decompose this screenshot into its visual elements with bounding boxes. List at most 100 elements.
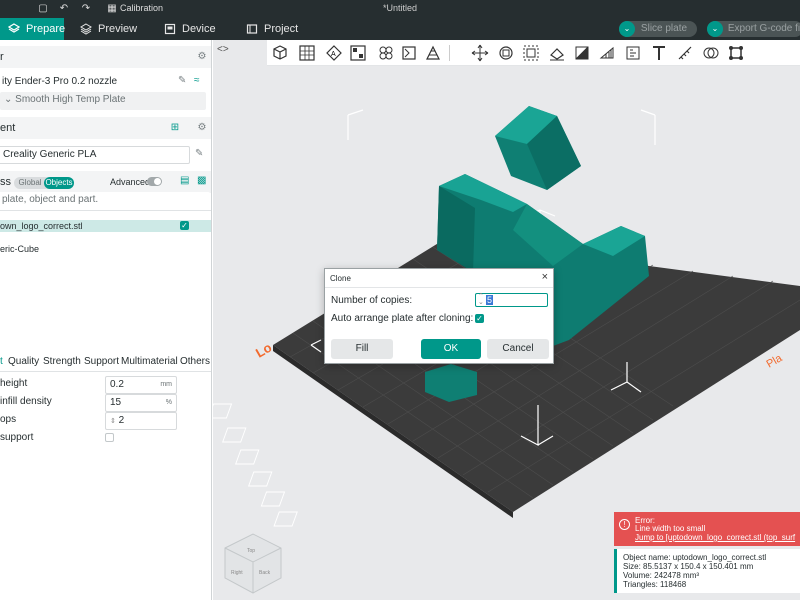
filament-section-header: ent ⊞ ⚙ (0, 117, 211, 139)
copies-stepper[interactable]: ⌃ ⌄ 5 (475, 293, 548, 307)
wall-loops-label: ops (0, 414, 17, 425)
auto-arrange-checkbox[interactable]: ✓ (475, 314, 484, 323)
process-hint-text: plate, object and part. (2, 194, 99, 205)
stepper-arrows-icon[interactable]: ⇕ (110, 418, 116, 425)
wall-loops-stepper[interactable]: ⇕ 2 (105, 412, 177, 430)
tab-quality[interactable]: Quality (8, 356, 39, 367)
layer-height-unit: mm (160, 381, 172, 388)
view-cube[interactable]: Top Right Back (224, 533, 282, 594)
plate-label-left: Lo (253, 340, 274, 361)
tab-preview[interactable]: Preview (72, 18, 152, 40)
edit-icon[interactable]: ✎ (195, 148, 203, 159)
object-row[interactable]: eric-Cube (0, 243, 211, 255)
tab-prepare[interactable]: Prepare (0, 18, 66, 40)
process-section-title: ss (0, 176, 11, 188)
title-bar: ▢ ↶ ↷ ▦ Calibration *Untitled (0, 0, 800, 18)
object-info-size: Size: 85.5137 x 150.4 x 150.401 mm (623, 562, 754, 571)
left-sidebar: r ⚙ ity Ender-3 Pro 0.2 nozzle ✎ ≈ ⌄ Smo… (0, 40, 212, 600)
save-icon[interactable]: ▢ (37, 3, 49, 15)
plate-label-right: Pla (765, 352, 786, 371)
tab-prepare-label: Prepare (26, 23, 66, 35)
stepper-arrows-icon[interactable]: ⌃ ⌄ (478, 293, 484, 306)
printer-name: ity Ender-3 Pro 0.2 nozzle (2, 76, 118, 87)
prepare-icon (8, 23, 20, 33)
infill-density-input[interactable]: 15 % (105, 394, 177, 412)
chevron-down-icon: ⌄ (4, 94, 16, 105)
object-info-triangles: Triangles: 118468 (623, 580, 687, 589)
objects-toggle[interactable]: Objects (44, 177, 74, 189)
object-row-selected[interactable]: own_logo_correct.stl ✓ (0, 220, 211, 232)
tab-process-current[interactable]: t (0, 356, 3, 367)
copies-label: Number of copies: (331, 295, 413, 306)
export-gcode-button[interactable]: ⌄ Export G-code fi (707, 21, 800, 37)
printer-section-header: r ⚙ (0, 46, 211, 68)
close-icon[interactable]: × (542, 271, 548, 283)
copy-icon[interactable]: ▤ (180, 175, 189, 186)
compare-icon[interactable]: ▩ (197, 175, 206, 186)
object-checkbox[interactable]: ✓ (180, 221, 189, 230)
infill-density-unit: % (165, 399, 172, 406)
settings-icon[interactable]: ⚙ (196, 51, 208, 63)
global-toggle[interactable]: Global (16, 177, 44, 189)
calibration-menu[interactable]: Calibration (120, 3, 163, 13)
svg-text:Right: Right (231, 570, 243, 576)
filament-section-title: ent (0, 122, 16, 134)
tab-strength[interactable]: Strength (43, 356, 81, 367)
global-objects-toggle: Global Objects (14, 177, 74, 189)
object-info-panel: Object name: uptodown_logo_correct.stl S… (614, 549, 800, 593)
add-icon[interactable]: ⊞ (169, 122, 181, 134)
slice-plate-button[interactable]: ⌄ Slice plate (619, 21, 697, 37)
tab-multimaterial[interactable]: Multimaterial (121, 356, 178, 367)
layer-height-input[interactable]: 0.2 mm (105, 376, 177, 394)
chevron-down-icon[interactable]: ⌄ (619, 21, 635, 37)
wall-loops-value: 2 (118, 415, 125, 426)
error-jump-link[interactable]: Jump to [uptodown_logo_correct.stl (top_… (635, 533, 795, 542)
export-gcode-label: Export G-code fi (727, 23, 800, 34)
dialog-title: Clone (330, 274, 351, 283)
tab-others[interactable]: Others (180, 356, 210, 367)
layer-height-value: 0.2 (110, 379, 124, 390)
support-checkbox[interactable] (105, 433, 114, 442)
svg-text:Top: Top (247, 548, 255, 554)
support-label: support (0, 432, 34, 443)
tab-device[interactable]: Device (156, 18, 236, 40)
tab-preview-label: Preview (98, 23, 138, 35)
printer-section-title: r (0, 51, 4, 63)
ok-button[interactable]: OK (421, 339, 481, 359)
process-tabs: t Quality Strength Support Multimaterial… (0, 356, 211, 370)
object-name: own_logo_correct.stl (0, 221, 83, 231)
tab-device-label: Device (182, 23, 216, 35)
object-info-volume: Volume: 242478 mm³ (623, 571, 700, 580)
plate-type-value: Smooth High Temp Plate (15, 94, 126, 105)
error-message: Line width too small (635, 524, 706, 533)
divider (325, 287, 553, 288)
object-name: eric-Cube (0, 244, 40, 254)
chevron-down-icon[interactable]: ⌄ (707, 21, 723, 37)
auto-arrange-label: Auto arrange plate after cloning: (331, 313, 474, 324)
edit-icon[interactable]: ✎ (178, 75, 186, 86)
fill-button[interactable]: Fill (331, 339, 393, 359)
plate-icons (213, 403, 298, 527)
svg-text:Back: Back (259, 570, 271, 576)
undo-icon[interactable]: ↶ (58, 3, 70, 15)
infill-density-value: 15 (110, 397, 122, 408)
project-icon (246, 24, 258, 34)
calibration-icon[interactable]: ▦ (106, 3, 118, 15)
object-info-name: Object name: uptodown_logo_correct.stl (623, 553, 767, 562)
error-notification: ! Error: Line width too small Jump to [u… (614, 512, 800, 546)
filament-name: Creality Generic PLA (3, 149, 97, 160)
filament-select[interactable]: Creality Generic PLA (0, 146, 190, 164)
tab-support[interactable]: Support (84, 356, 119, 367)
settings-icon[interactable]: ⚙ (196, 122, 208, 134)
redo-icon[interactable]: ↷ (80, 3, 92, 15)
tab-project[interactable]: Project (238, 18, 318, 40)
copies-value[interactable]: 5 (486, 295, 494, 305)
cancel-button[interactable]: Cancel (487, 339, 549, 359)
printer-select[interactable]: ity Ender-3 Pro 0.2 nozzle (0, 74, 174, 92)
divider (0, 210, 211, 211)
plate-type-select[interactable]: ⌄ Smooth High Temp Plate (0, 92, 206, 110)
infill-density-label: infill density (0, 396, 52, 407)
divider (0, 371, 211, 372)
wifi-icon[interactable]: ≈ (194, 75, 200, 86)
advanced-switch[interactable] (147, 177, 162, 186)
